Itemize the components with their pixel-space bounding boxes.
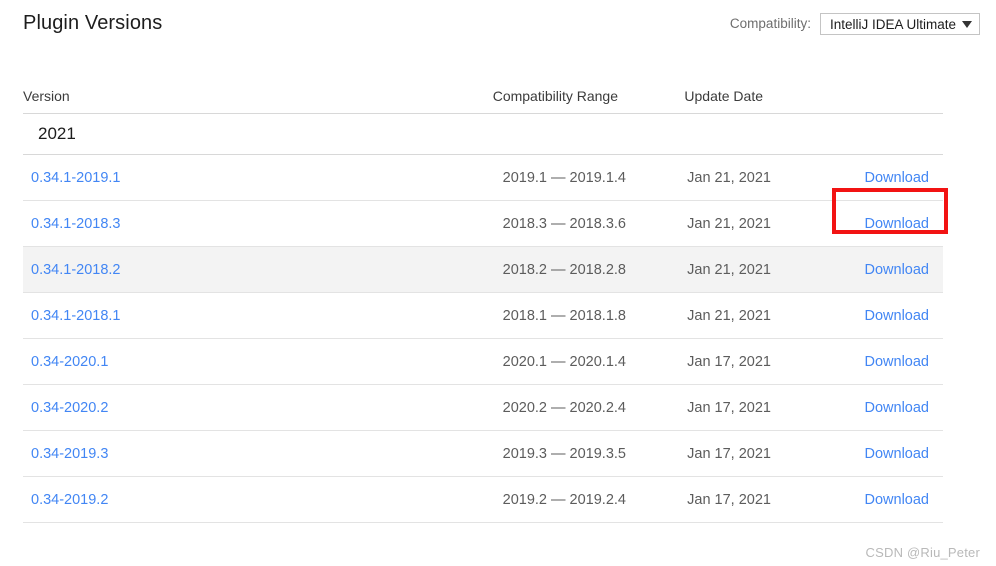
- version-link[interactable]: 0.34-2020.1: [31, 354, 108, 370]
- compatibility-selected-value: IntelliJ IDEA Ultimate: [829, 16, 956, 32]
- version-cell: 0.34.1-2018.2: [23, 262, 401, 278]
- download-link[interactable]: Download: [865, 446, 944, 462]
- table-body: 2021 0.34.1-2019.1 2019.1 — 2019.1.4 Jan 21…: [23, 114, 943, 523]
- action-cell: Download: [771, 492, 943, 508]
- update-date-cell: Jan 17, 2021: [687, 445, 771, 462]
- action-cell: Download: [771, 446, 943, 462]
- table-row[interactable]: 0.34.1-2018.2 2018.2 — 2018.2.8 Jan 21, 20…: [23, 247, 943, 293]
- action-cell: Download: [771, 308, 943, 324]
- chevron-down-icon: [962, 20, 972, 28]
- update-date-cell: Jan 21, 2021: [687, 169, 771, 186]
- compatibility-range-cell: 2018.3 — 2018.3.6: [502, 215, 626, 232]
- version-cell: 0.34-2019.2: [23, 492, 401, 508]
- download-link[interactable]: Download: [865, 492, 944, 508]
- version-cell: 0.34.1-2018.3: [23, 216, 401, 232]
- table-row[interactable]: 0.34.1-2019.1 2019.1 — 2019.1.4 Jan 21, 20…: [23, 155, 943, 201]
- table-row[interactable]: 0.34-2019.2 2019.2 — 2019.2.4 Jan 17, 2021…: [23, 477, 943, 523]
- version-link[interactable]: 0.34.1-2018.3: [31, 216, 121, 232]
- compatibility-range-cell: 2019.1 — 2019.1.4: [502, 169, 626, 186]
- column-header-update-date: Update Date: [684, 88, 763, 104]
- version-cell: 0.34-2019.3: [23, 446, 401, 462]
- download-link[interactable]: Download: [865, 216, 944, 232]
- version-link[interactable]: 0.34-2019.2: [31, 492, 108, 508]
- table-row[interactable]: 0.34-2020.2 2020.2 — 2020.2.4 Jan 17, 2021…: [23, 385, 943, 431]
- compatibility-range-cell: 2020.2 — 2020.2.4: [502, 399, 626, 416]
- table-row[interactable]: 0.34.1-2018.1 2018.1 — 2018.1.8 Jan 21, 20…: [23, 293, 943, 339]
- action-cell: Download: [771, 170, 943, 186]
- compatibility-range-cell: 2019.3 — 2019.3.5: [502, 445, 626, 462]
- plugin-versions-table: Version Compatibility Range Update Date …: [23, 78, 943, 523]
- update-date-cell: Jan 17, 2021: [687, 353, 771, 370]
- action-cell: Download: [771, 354, 943, 370]
- watermark: CSDN @Riu_Peter: [865, 545, 980, 560]
- action-cell: Download: [771, 400, 943, 416]
- version-cell: 0.34.1-2018.1: [23, 308, 401, 324]
- table-header-row: Version Compatibility Range Update Date: [23, 78, 943, 114]
- download-link[interactable]: Download: [865, 354, 944, 370]
- version-link[interactable]: 0.34.1-2018.2: [31, 262, 121, 278]
- update-date-cell: Jan 21, 2021: [687, 261, 771, 278]
- table-row[interactable]: 0.34.1-2018.3 2018.3 — 2018.3.6 Jan 21, 20…: [23, 201, 943, 247]
- table-row[interactable]: 0.34-2019.3 2019.3 — 2019.3.5 Jan 17, 2021…: [23, 431, 943, 477]
- download-link[interactable]: Download: [865, 170, 944, 186]
- version-cell: 0.34-2020.1: [23, 354, 401, 370]
- version-link[interactable]: 0.34.1-2018.1: [31, 308, 121, 324]
- compatibility-filter: Compatibility: IntelliJ IDEA Ultimate: [730, 13, 980, 35]
- compatibility-range-cell: 2019.2 — 2019.2.4: [502, 491, 626, 508]
- table-row[interactable]: 0.34-2020.1 2020.1 — 2020.1.4 Jan 17, 2021…: [23, 339, 943, 385]
- table-group-header: 2021: [23, 114, 943, 155]
- action-cell: Download: [771, 262, 943, 278]
- version-link[interactable]: 0.34-2020.2: [31, 400, 108, 416]
- compatibility-label: Compatibility:: [729, 16, 811, 31]
- update-date-cell: Jan 17, 2021: [687, 399, 771, 416]
- page-header: Plugin Versions Compatibility: IntelliJ …: [0, 0, 996, 52]
- version-link[interactable]: 0.34-2019.3: [31, 446, 108, 462]
- update-date-cell: Jan 21, 2021: [687, 215, 771, 232]
- update-date-cell: Jan 21, 2021: [687, 307, 771, 324]
- download-link[interactable]: Download: [865, 400, 944, 416]
- page-title: Plugin Versions: [23, 12, 163, 34]
- compatibility-range-cell: 2018.1 — 2018.1.8: [502, 307, 626, 324]
- column-header-version: Version: [23, 88, 70, 104]
- version-cell: 0.34-2020.2: [23, 400, 401, 416]
- update-date-cell: Jan 17, 2021: [687, 491, 771, 508]
- download-link[interactable]: Download: [865, 262, 944, 278]
- version-cell: 0.34.1-2019.1: [23, 170, 401, 186]
- version-link[interactable]: 0.34.1-2019.1: [31, 170, 121, 186]
- compatibility-dropdown[interactable]: IntelliJ IDEA Ultimate: [819, 13, 980, 35]
- compatibility-range-cell: 2020.1 — 2020.1.4: [502, 353, 626, 370]
- column-header-compatibility-range: Compatibility Range: [492, 88, 618, 104]
- action-cell: Download: [771, 216, 943, 232]
- download-link[interactable]: Download: [865, 308, 944, 324]
- compatibility-range-cell: 2018.2 — 2018.2.8: [502, 261, 626, 278]
